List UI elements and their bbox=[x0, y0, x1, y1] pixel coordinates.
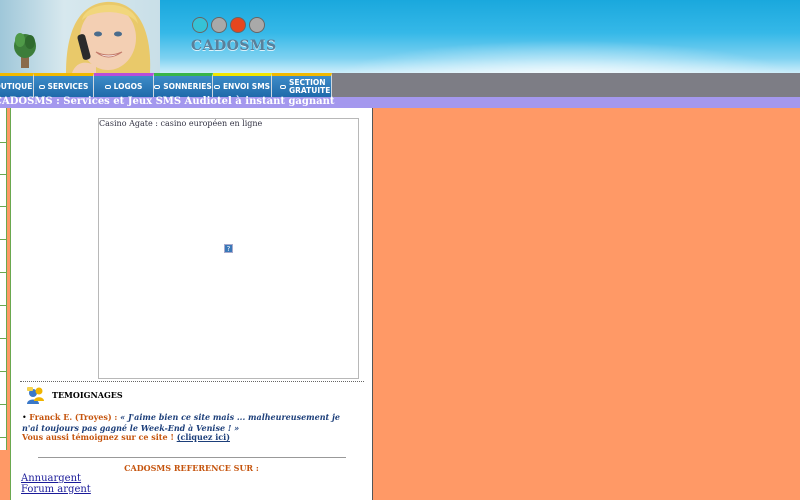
reference-link-annuargent[interactable]: Annuargent bbox=[21, 473, 81, 484]
nav-item-label: LOGOS bbox=[113, 81, 143, 91]
testimonial-author: Franck E. (Troyes) bbox=[29, 412, 112, 422]
nav-bullet-icon bbox=[280, 84, 286, 89]
nav-item-services[interactable]: SERVICES bbox=[34, 73, 94, 97]
brand-dots bbox=[192, 17, 265, 33]
nav-item-label: SERVICES bbox=[47, 81, 89, 91]
bullet: • bbox=[22, 413, 27, 422]
banner-wave-decoration bbox=[330, 40, 800, 73]
broken-plugin-icon[interactable]: ? bbox=[224, 244, 233, 253]
nav-item-label: BOUTIQUE bbox=[0, 81, 33, 91]
left-sidebar-edge bbox=[0, 108, 7, 450]
references-title: CADOSMS REFERENCE SUR : bbox=[124, 463, 259, 473]
ad-title: Casino Agate : casino européen en ligne bbox=[99, 119, 263, 128]
brand-dot bbox=[230, 17, 246, 33]
nav-item-logos[interactable]: LOGOS bbox=[94, 73, 154, 97]
nav-bullet-icon bbox=[38, 84, 45, 89]
plant-icon bbox=[14, 33, 36, 68]
header-banner: CADOSMS bbox=[0, 0, 800, 73]
brand-dot bbox=[192, 17, 208, 33]
invite-text: Vous aussi témoignez sur ce site ! bbox=[22, 432, 177, 442]
nav-item-sonneries[interactable]: SONNERIES bbox=[154, 73, 213, 97]
users-chat-icon bbox=[27, 387, 44, 404]
invite-link[interactable]: (cliquez ici) bbox=[177, 432, 230, 442]
testimonial-invite: Vous aussi témoignez sur ce site ! (cliq… bbox=[22, 432, 230, 442]
nav-item-section-gratuite[interactable]: SECTION GRATUITE bbox=[272, 73, 332, 97]
page-title-strip: CADOSMS : Services et Jeux SMS Audiotel … bbox=[0, 96, 800, 108]
nav-item-boutique[interactable]: BOUTIQUE bbox=[0, 73, 34, 97]
woman-on-phone-photo bbox=[66, 1, 151, 73]
nav-bullet-icon bbox=[104, 84, 111, 89]
page-title: CADOSMS : Services et Jeux SMS Audiotel … bbox=[0, 96, 335, 107]
nav-bullet-icon bbox=[213, 84, 220, 89]
reference-link-forum-argent[interactable]: Forum argent bbox=[21, 484, 91, 495]
nav-bullet-icon bbox=[154, 84, 161, 89]
brand-dot bbox=[211, 17, 227, 33]
brand-dot bbox=[249, 17, 265, 33]
dotted-divider bbox=[20, 381, 364, 382]
horizontal-rule bbox=[38, 457, 346, 458]
author-separator: : bbox=[111, 412, 121, 422]
testimonial-entry: • Franck E. (Troyes) : « J'aime bien ce … bbox=[22, 412, 352, 434]
testimonials-title: TEMOIGNAGES bbox=[52, 390, 123, 400]
nav-item-envoi-sms[interactable]: ENVOI SMS bbox=[213, 73, 272, 97]
nav-item-label: SECTION GRATUITE bbox=[289, 77, 331, 95]
nav-item-label: SONNERIES bbox=[163, 81, 212, 91]
nav-item-label: ENVOI SMS bbox=[222, 81, 271, 91]
ad-frame[interactable]: Casino Agate : casino européen en ligne … bbox=[98, 118, 359, 379]
brand-logo-text: CADOSMS bbox=[191, 38, 277, 54]
